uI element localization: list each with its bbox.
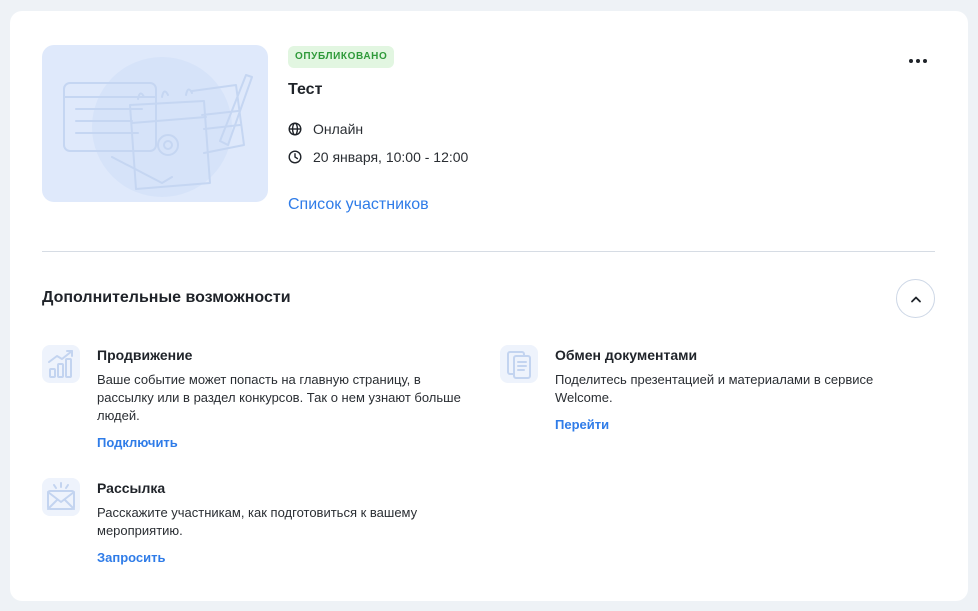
chevron-up-icon <box>910 296 921 302</box>
connect-link[interactable]: Подключить <box>97 435 178 450</box>
status-badge: ОПУБЛИКОВАНО <box>288 46 395 68</box>
extras-section-title: Дополнительные возможности <box>42 289 291 306</box>
event-datetime: 20 января, 10:00 - 12:00 <box>288 149 468 165</box>
feature-mailing: Рассылка Расскажите участникам, как подг… <box>42 478 462 578</box>
feature-description: Расскажите участникам, как подготовиться… <box>97 505 418 538</box>
feature-documents: Обмен документами Поделитесь презентацие… <box>500 345 920 445</box>
participants-list-link[interactable]: Список участников <box>288 196 429 214</box>
event-datetime-text: 20 января, 10:00 - 12:00 <box>313 149 469 165</box>
more-dot-icon <box>923 59 927 63</box>
envelope-icon <box>42 478 80 516</box>
clock-icon <box>288 150 302 164</box>
more-dot-icon <box>909 59 913 63</box>
chart-growth-icon <box>42 345 80 383</box>
feature-title: Продвижение <box>97 347 193 363</box>
documents-icon <box>500 345 538 383</box>
more-dot-icon <box>916 59 920 63</box>
feature-description: Ваше событие может попасть на главную ст… <box>97 372 461 423</box>
collapse-button[interactable] <box>896 279 935 318</box>
event-location-text: Онлайн <box>313 121 364 137</box>
request-link[interactable]: Запросить <box>97 550 166 565</box>
event-title: Тест <box>288 81 323 98</box>
event-cover-image <box>42 45 268 202</box>
calendar-illustration-icon <box>63 57 253 197</box>
feature-promotion: Продвижение Ваше событие может попасть н… <box>42 345 462 455</box>
event-card: ОПУБЛИКОВАНО Тест Онлайн 20 января, 10:0… <box>10 11 968 601</box>
go-link[interactable]: Перейти <box>555 417 609 432</box>
section-divider <box>42 251 935 252</box>
feature-title: Рассылка <box>97 480 166 496</box>
globe-icon <box>288 122 302 136</box>
event-location: Онлайн <box>288 121 363 137</box>
more-options-button[interactable] <box>898 51 938 71</box>
feature-title: Обмен документами <box>555 347 698 363</box>
feature-description: Поделитесь презентацией и материалами в … <box>555 372 874 405</box>
